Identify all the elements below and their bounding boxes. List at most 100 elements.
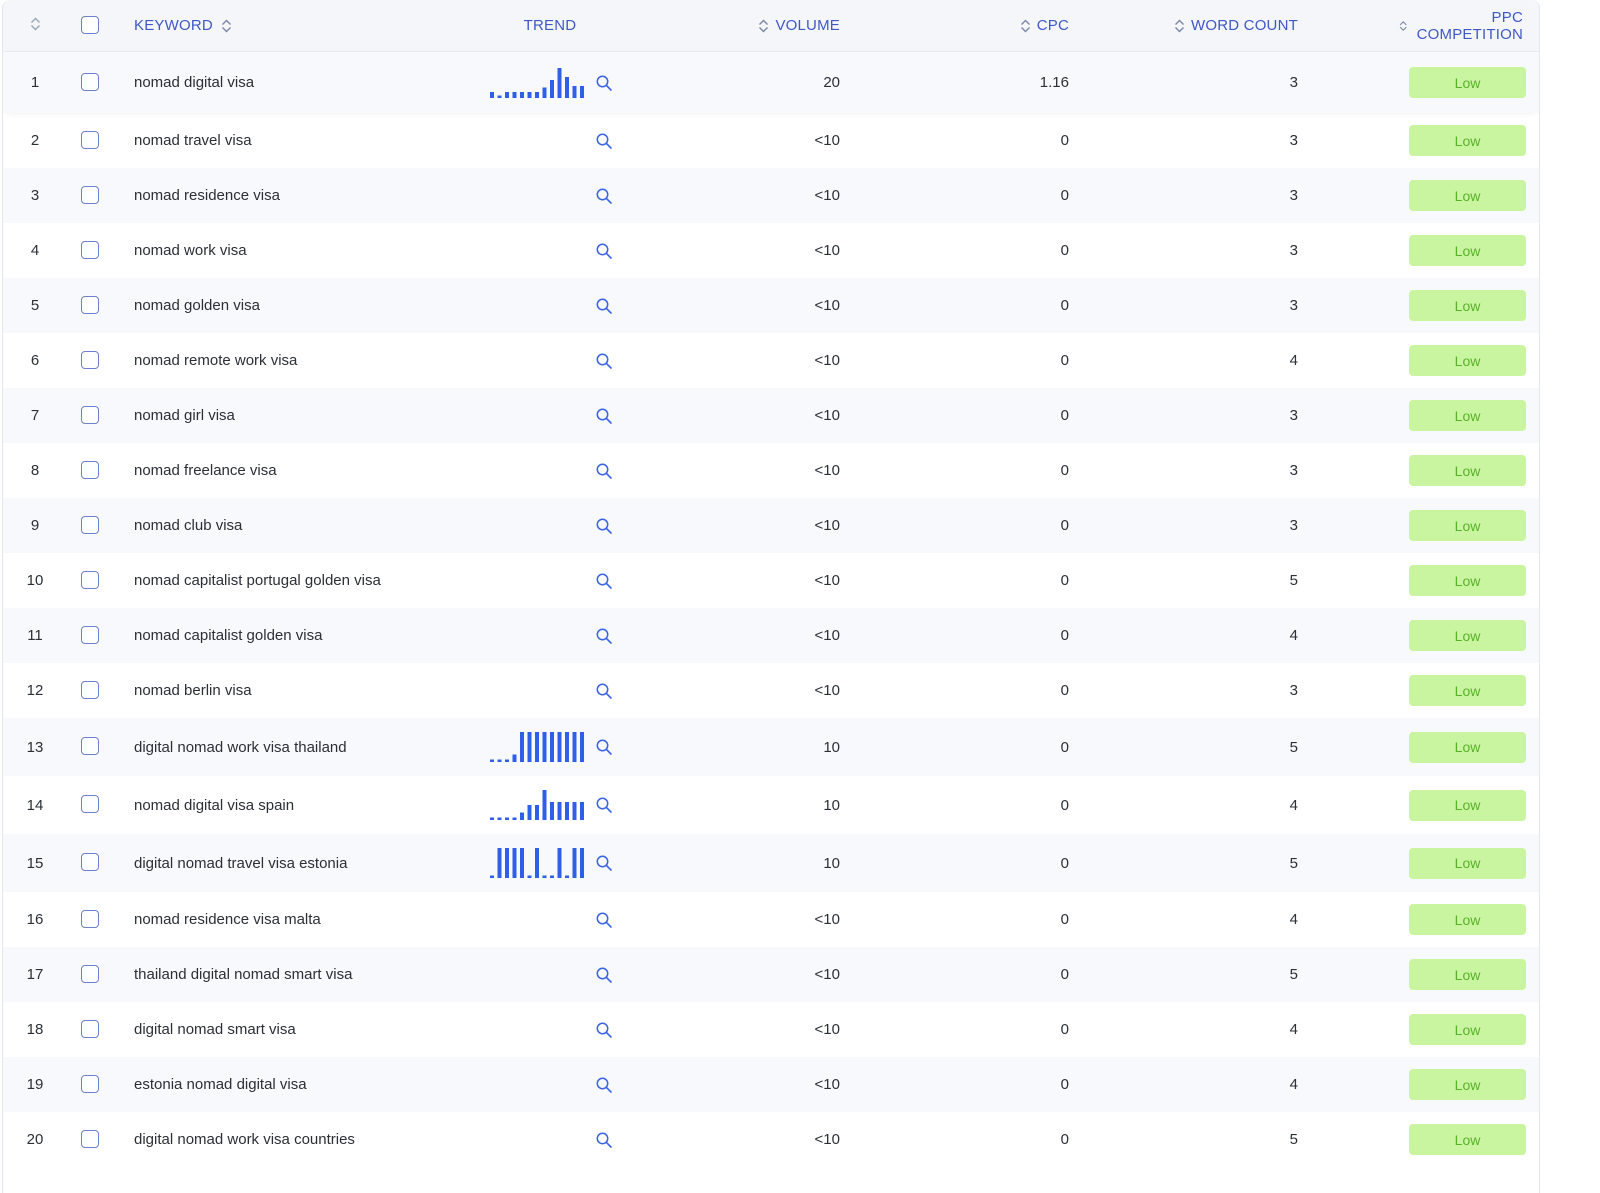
row-checkbox[interactable] (81, 570, 101, 591)
ppc-competition-header-label[interactable]: PPC COMPETITION (1413, 9, 1523, 43)
search-icon[interactable] (595, 1076, 613, 1094)
word-count-header-label[interactable]: WORD COUNT (1191, 17, 1298, 34)
sort-icon[interactable] (1174, 18, 1185, 34)
search-icon[interactable] (595, 911, 613, 929)
row-checkbox-box[interactable] (81, 1129, 99, 1148)
table-row[interactable]: 10 nomad capitalist portugal golden visa <… (3, 553, 1539, 608)
table-row[interactable]: 5 nomad golden visa <10 0 3 Low (3, 278, 1539, 333)
row-checkbox[interactable] (81, 350, 101, 371)
table-row[interactable]: 9 nomad club visa <10 0 3 Low (3, 498, 1539, 553)
row-checkbox-box[interactable] (81, 795, 99, 813)
search-icon[interactable] (595, 966, 613, 984)
row-checkbox-box[interactable] (81, 680, 99, 699)
sort-icon[interactable] (30, 16, 41, 32)
table-row[interactable]: 16 nomad residence visa malta <10 0 4 Low (3, 892, 1539, 947)
table-row[interactable]: 18 digital nomad smart visa <10 0 4 Low (3, 1002, 1539, 1057)
sort-icon[interactable] (1399, 18, 1407, 34)
row-checkbox[interactable] (81, 737, 101, 757)
index-sort-header[interactable] (3, 16, 67, 36)
table-row[interactable]: 11 nomad capitalist golden visa <10 0 4 Low (3, 608, 1539, 663)
row-checkbox[interactable] (81, 1074, 101, 1095)
search-icon[interactable] (595, 407, 613, 425)
row-checkbox[interactable] (81, 964, 101, 985)
search-icon[interactable] (595, 242, 613, 260)
row-checkbox-box[interactable] (81, 240, 99, 259)
search-icon[interactable] (595, 627, 613, 645)
search-icon[interactable] (595, 796, 613, 814)
row-checkbox-box[interactable] (81, 185, 99, 204)
search-icon[interactable] (595, 74, 613, 92)
row-checkbox[interactable] (81, 405, 101, 426)
table-row[interactable]: 3 nomad residence visa <10 0 3 Low (3, 168, 1539, 223)
table-row[interactable]: 20 digital nomad work visa countries <10 0 5… (3, 1112, 1539, 1167)
row-checkbox[interactable] (81, 72, 101, 93)
row-checkbox-box[interactable] (81, 130, 99, 149)
row-checkbox-box[interactable] (81, 964, 99, 983)
sort-icon[interactable] (758, 18, 769, 34)
search-icon[interactable] (595, 738, 613, 756)
cpc-column-header[interactable]: CPC (933, 17, 1069, 34)
keyword-header-label[interactable]: KEYWORD (134, 17, 213, 34)
search-icon[interactable] (595, 132, 613, 150)
search-icon[interactable] (595, 1021, 613, 1039)
row-checkbox[interactable] (81, 795, 101, 815)
row-checkbox-box[interactable] (81, 1019, 99, 1038)
row-checkbox[interactable] (81, 1129, 101, 1150)
ppc-competition-column-header[interactable]: PPC COMPETITION (1399, 9, 1523, 43)
volume-header-label[interactable]: VOLUME (775, 17, 840, 34)
search-icon[interactable] (595, 187, 613, 205)
search-icon[interactable] (595, 462, 613, 480)
table-row[interactable]: 7 nomad girl visa <10 0 3 Low (3, 388, 1539, 443)
search-icon[interactable] (595, 682, 613, 700)
table-row[interactable]: 17 thailand digital nomad smart visa <10 0 5… (3, 947, 1539, 1002)
select-all-checkbox[interactable] (81, 15, 101, 36)
row-checkbox-box[interactable] (81, 909, 99, 928)
trend-bar (505, 759, 509, 762)
row-checkbox-box[interactable] (81, 405, 99, 424)
row-checkbox-box[interactable] (81, 625, 99, 644)
row-checkbox[interactable] (81, 909, 101, 930)
row-checkbox-box[interactable] (81, 72, 99, 91)
row-checkbox-box[interactable] (81, 460, 99, 479)
volume-column-header[interactable]: VOLUME (703, 17, 840, 34)
search-icon[interactable] (595, 517, 613, 535)
table-row[interactable]: 13 digital nomad work visa thailand 10 0 5 Lo… (3, 718, 1539, 776)
search-icon[interactable] (595, 572, 613, 590)
keyword-column-header[interactable]: KEYWORD (134, 17, 232, 34)
sort-icon[interactable] (1020, 18, 1031, 34)
select-all-checkbox-box[interactable] (81, 15, 99, 34)
word-count-column-header[interactable]: WORD COUNT (1163, 17, 1298, 34)
table-row[interactable]: 15 digital nomad travel visa estonia 10 0 5 L… (3, 834, 1539, 892)
row-checkbox-box[interactable] (81, 737, 99, 755)
search-icon[interactable] (595, 854, 613, 872)
search-icon[interactable] (595, 297, 613, 315)
row-checkbox[interactable] (81, 460, 101, 481)
table-row[interactable]: 12 nomad berlin visa <10 0 3 Low (3, 663, 1539, 718)
row-checkbox[interactable] (81, 853, 101, 873)
row-checkbox-box[interactable] (81, 1074, 99, 1093)
table-row[interactable]: 6 nomad remote work visa <10 0 4 Low (3, 333, 1539, 388)
sort-icon[interactable] (221, 18, 232, 34)
row-checkbox[interactable] (81, 295, 101, 316)
row-checkbox-box[interactable] (81, 350, 99, 369)
row-checkbox[interactable] (81, 1019, 101, 1040)
row-checkbox[interactable] (81, 625, 101, 646)
row-checkbox-box[interactable] (81, 295, 99, 314)
table-row[interactable]: 8 nomad freelance visa <10 0 3 Low (3, 443, 1539, 498)
row-checkbox-box[interactable] (81, 515, 99, 534)
table-row[interactable]: 1 nomad digital visa 20 1.16 3 Low (3, 52, 1539, 113)
table-row[interactable]: 2 nomad travel visa <10 0 3 Low (3, 113, 1539, 168)
row-checkbox-box[interactable] (81, 570, 99, 589)
table-row[interactable]: 19 estonia nomad digital visa <10 0 4 Low (3, 1057, 1539, 1112)
table-row[interactable]: 14 nomad digital visa spain 10 0 4 Low (3, 776, 1539, 834)
table-row[interactable]: 4 nomad work visa <10 0 3 Low (3, 223, 1539, 278)
row-checkbox[interactable] (81, 680, 101, 701)
row-checkbox[interactable] (81, 130, 101, 151)
cpc-header-label[interactable]: CPC (1037, 17, 1069, 34)
row-checkbox[interactable] (81, 240, 101, 261)
row-checkbox-box[interactable] (81, 853, 99, 871)
row-checkbox[interactable] (81, 185, 101, 206)
search-icon[interactable] (595, 352, 613, 370)
row-checkbox[interactable] (81, 515, 101, 536)
search-icon[interactable] (595, 1131, 613, 1149)
